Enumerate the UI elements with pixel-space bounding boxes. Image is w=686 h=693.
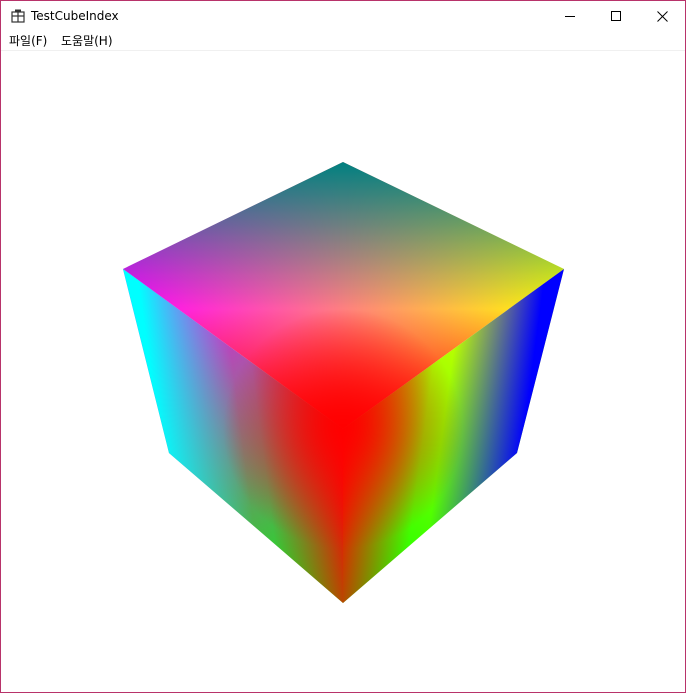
app-window-icon xyxy=(11,9,25,23)
menu-file[interactable]: 파일(F) xyxy=(9,33,47,49)
maximize-icon xyxy=(611,11,621,21)
minimize-icon xyxy=(565,16,575,17)
title-bar[interactable]: TestCubeIndex xyxy=(1,1,685,31)
app-window: TestCubeIndex 파일(F) 도움말(H) xyxy=(0,0,686,693)
close-button[interactable] xyxy=(639,1,685,31)
close-icon xyxy=(656,10,668,22)
color-cube xyxy=(123,162,564,603)
menu-help[interactable]: 도움말(H) xyxy=(61,33,113,49)
cube-center-glow xyxy=(123,162,564,603)
window-title: TestCubeIndex xyxy=(31,9,119,23)
menu-bar: 파일(F) 도움말(H) xyxy=(1,31,685,51)
render-viewport[interactable] xyxy=(1,51,685,692)
minimize-button[interactable] xyxy=(547,1,593,31)
maximize-button[interactable] xyxy=(593,1,639,31)
